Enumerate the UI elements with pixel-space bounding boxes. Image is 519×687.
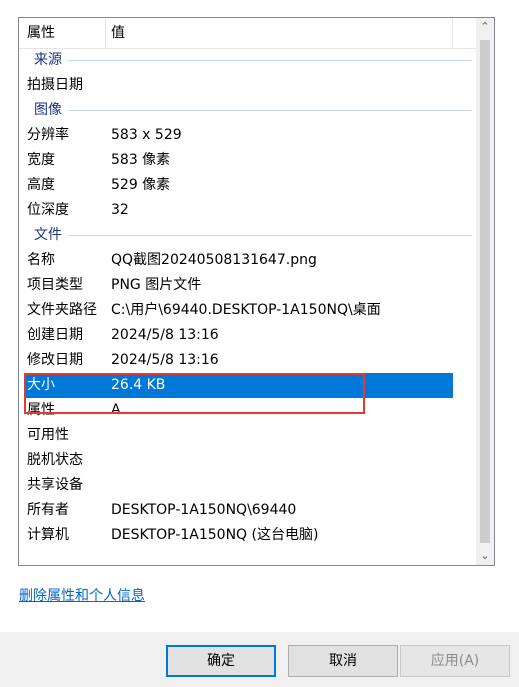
column-header: 属性 值: [19, 18, 476, 49]
property-name: 大小: [27, 377, 55, 393]
column-header-value[interactable]: 值: [111, 18, 125, 48]
property-row[interactable]: 计算机 DESKTOP-1A150NQ (这台电脑): [19, 523, 476, 548]
cancel-button[interactable]: 取消: [288, 645, 398, 677]
property-row[interactable]: 宽度 583 像素: [19, 148, 476, 173]
group-title: 来源: [34, 52, 62, 68]
group-title: 图像: [34, 102, 62, 118]
property-row[interactable]: 创建日期 2024/5/8 13:16: [19, 323, 476, 348]
property-value: 529 像素: [111, 177, 171, 193]
property-name: 共享设备: [27, 477, 83, 493]
property-name: 可用性: [27, 427, 69, 443]
property-row[interactable]: 属性 A: [19, 398, 476, 423]
property-value: 2024/5/8 13:16: [111, 352, 219, 368]
property-value: 583 像素: [111, 152, 171, 168]
property-name: 分辨率: [27, 127, 69, 143]
property-row[interactable]: 高度 529 像素: [19, 173, 476, 198]
property-name: 修改日期: [27, 352, 83, 368]
group-title: 文件: [34, 227, 62, 243]
property-name: 名称: [27, 252, 55, 268]
scroll-thumb[interactable]: [480, 40, 490, 543]
column-divider[interactable]: [105, 18, 106, 48]
property-row[interactable]: 项目类型 PNG 图片文件: [19, 273, 476, 298]
property-name: 计算机: [27, 527, 69, 543]
property-row[interactable]: 修改日期 2024/5/8 13:16: [19, 348, 476, 373]
property-row[interactable]: 可用性: [19, 423, 476, 448]
property-row[interactable]: 位深度 32: [19, 198, 476, 223]
property-value: 2024/5/8 13:16: [111, 327, 219, 343]
property-row[interactable]: 文件夹路径 C:\用户\69440.DESKTOP-1A150NQ\桌面: [19, 298, 476, 323]
property-value: DESKTOP-1A150NQ\69440: [111, 502, 297, 518]
property-value: 32: [111, 202, 129, 218]
property-value: DESKTOP-1A150NQ (这台电脑): [111, 527, 319, 543]
property-name: 创建日期: [27, 327, 83, 343]
property-row[interactable]: 大小 26.4 KB: [24, 373, 453, 398]
property-name: 拍摄日期: [27, 77, 83, 93]
property-value: A: [111, 402, 121, 418]
property-name: 宽度: [27, 152, 55, 168]
property-row[interactable]: 脱机状态: [19, 448, 476, 473]
property-list[interactable]: 属性 值 来源拍摄日期图像分辨率 583 x 529 宽度 583 像素高度 529 像…: [18, 17, 495, 566]
scroll-down-button[interactable]: ⌄: [476, 547, 494, 565]
chevron-up-icon: ⌃: [480, 20, 490, 33]
property-row[interactable]: 分辨率 583 x 529: [19, 123, 476, 148]
scroll-up-button[interactable]: ⌃: [476, 18, 494, 36]
vertical-scrollbar[interactable]: ⌃ ⌄: [476, 18, 494, 565]
apply-button[interactable]: 应用(A): [400, 645, 510, 677]
property-row[interactable]: 共享设备: [19, 473, 476, 498]
group-header: 文件: [19, 223, 476, 248]
column-header-name[interactable]: 属性: [27, 18, 55, 48]
property-value: 583 x 529: [111, 127, 182, 143]
property-row[interactable]: 所有者 DESKTOP-1A150NQ\69440: [19, 498, 476, 523]
property-row[interactable]: 拍摄日期: [19, 73, 476, 98]
ok-button[interactable]: 确定: [166, 645, 276, 677]
property-value: QQ截图20240508131647.png: [111, 252, 317, 268]
property-name: 属性: [27, 402, 55, 418]
column-divider[interactable]: [452, 18, 453, 48]
property-value: PNG 图片文件: [111, 277, 202, 293]
property-name: 所有者: [27, 502, 69, 518]
property-name: 脱机状态: [27, 452, 83, 468]
property-value: C:\用户\69440.DESKTOP-1A150NQ\桌面: [111, 302, 381, 318]
property-name: 文件夹路径: [27, 302, 97, 318]
group-divider-line: [68, 110, 472, 111]
remove-properties-link[interactable]: 删除属性和个人信息: [19, 586, 145, 606]
group-header: 来源: [19, 48, 476, 73]
property-name: 位深度: [27, 202, 69, 218]
group-divider-line: [68, 60, 472, 61]
group-header: 图像: [19, 98, 476, 123]
chevron-down-icon: ⌄: [480, 549, 490, 562]
property-name: 高度: [27, 177, 55, 193]
group-divider-line: [68, 235, 472, 236]
property-name: 项目类型: [27, 277, 83, 293]
property-row[interactable]: 名称 QQ截图20240508131647.png: [19, 248, 476, 273]
property-value: 26.4 KB: [111, 377, 166, 393]
details-panel: 属性 值 来源拍摄日期图像分辨率 583 x 529 宽度 583 像素高度 529 像…: [0, 0, 519, 632]
